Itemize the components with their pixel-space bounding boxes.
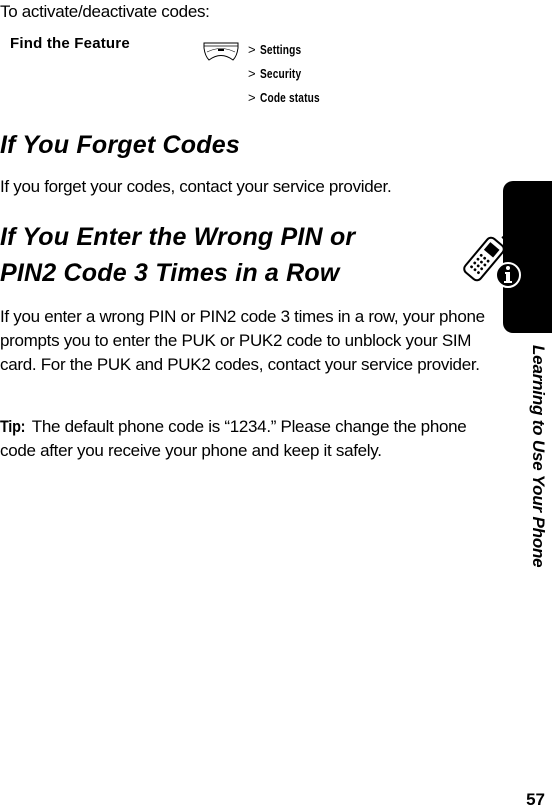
- separator: >: [248, 90, 256, 105]
- menu-item-code-status: Code status: [259, 90, 320, 105]
- heading-line: PIN2 Code 3 Times in a Row: [0, 259, 340, 287]
- separator: >: [248, 42, 256, 57]
- menu-item-security: Security: [259, 66, 301, 81]
- tip-label: Tip:: [0, 417, 26, 436]
- menu-key-icon: [203, 42, 239, 61]
- tip-paragraph: Tip: The default phone code is “1234.” P…: [0, 415, 490, 463]
- menu-path: > Settings > Security > Code status: [248, 38, 336, 110]
- menu-path-step: > Settings: [248, 38, 336, 62]
- page-number: 57: [526, 790, 545, 809]
- intro-text: To activate/deactivate codes:: [0, 2, 210, 21]
- phone-info-icon: [463, 233, 521, 288]
- menu-path-step: > Code status: [248, 86, 336, 110]
- menu-path-step: > Security: [248, 62, 336, 86]
- menu-item-settings: Settings: [259, 42, 301, 57]
- find-feature-label: Find the Feature: [10, 35, 130, 52]
- tip-text: The default phone code is “1234.” Please…: [0, 417, 467, 460]
- section-heading-wrong-pin: If You Enter the Wrong PIN or PIN2 Code …: [0, 219, 355, 291]
- section-body-wrong-pin: If you enter a wrong PIN or PIN2 code 3 …: [0, 307, 485, 374]
- section-heading-forget-codes: If You Forget Codes: [0, 131, 240, 159]
- chapter-title: Learning to Use Your Phone: [529, 345, 548, 568]
- section-body-forget-codes: If you forget your codes, contact your s…: [0, 177, 392, 196]
- separator: >: [248, 66, 256, 81]
- heading-line: If You Enter the Wrong PIN or: [0, 223, 356, 251]
